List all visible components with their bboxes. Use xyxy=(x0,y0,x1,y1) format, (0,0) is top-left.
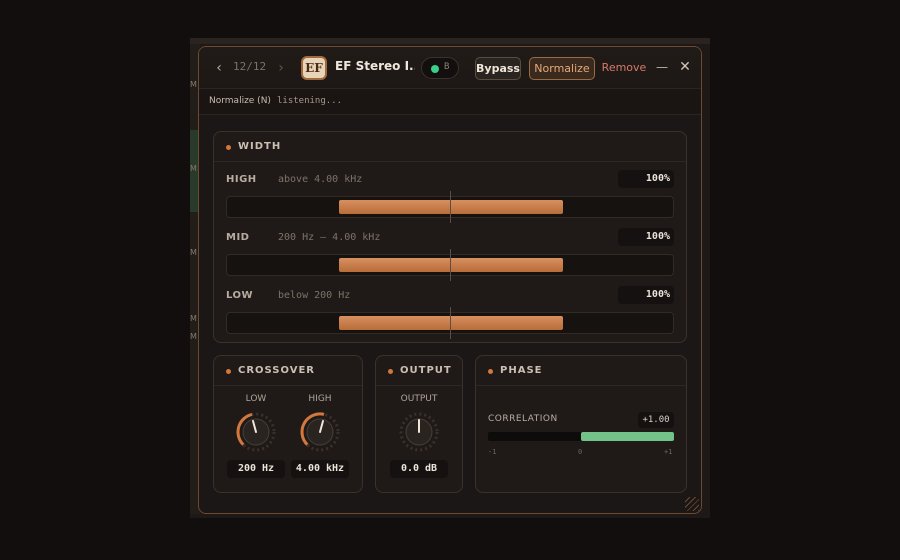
resize-grip-icon[interactable] xyxy=(685,497,699,511)
close-button[interactable]: ✕ xyxy=(677,57,693,80)
correlation-meter-fill xyxy=(581,432,674,441)
knob-icon xyxy=(399,412,439,452)
minimize-button[interactable]: — xyxy=(655,57,669,80)
band-name: MID xyxy=(226,232,250,243)
panel-indicator-dot xyxy=(226,369,231,374)
slider-fill xyxy=(339,316,563,330)
slider-center-mark xyxy=(450,249,451,281)
plugin-logo: EF xyxy=(301,56,327,80)
slider-fill xyxy=(339,200,563,214)
correlation-label: CORRELATION xyxy=(488,414,558,424)
correlation-meter xyxy=(488,432,674,441)
output-gain-value[interactable]: 0.0 dB xyxy=(390,460,448,478)
band-name: HIGH xyxy=(226,174,257,185)
panel-indicator-dot xyxy=(388,369,393,374)
chevron-right-icon[interactable]: › xyxy=(273,59,289,77)
phase-panel-title: PHASE xyxy=(500,365,543,376)
knob-label: HIGH xyxy=(308,394,332,404)
crossover-low-value[interactable]: 200 Hz xyxy=(227,460,285,478)
slider-fill xyxy=(339,258,563,272)
width-slider-high[interactable] xyxy=(226,191,674,223)
crossover-low-knob[interactable] xyxy=(234,410,278,454)
band-range: 200 Hz – 4.00 kHz xyxy=(278,232,381,243)
host-toolbar-strip xyxy=(190,38,710,44)
correlation-tick: -1 xyxy=(488,448,497,456)
crossover-high-value[interactable]: 4.00 kHz xyxy=(291,460,349,478)
width-slider-low[interactable] xyxy=(226,307,674,339)
band-range: above 4.00 kHz xyxy=(278,174,363,185)
crossover-panel-title: CROSSOVER xyxy=(238,365,315,376)
slider-center-mark xyxy=(450,191,451,223)
band-name: LOW xyxy=(226,290,254,301)
panel-indicator-dot xyxy=(488,369,493,374)
plugin-window: ‹ 12/12 › EF EF Stereo I... B Bypass Nor… xyxy=(198,46,702,514)
band-low: LOW below 200 Hz 100% xyxy=(226,286,674,339)
bypass-button[interactable]: Bypass xyxy=(475,57,521,80)
phase-panel: PHASE CORRELATION +1.00 -1 0 +1 xyxy=(475,355,687,493)
band-range: below 200 Hz xyxy=(278,290,351,301)
knob-label: LOW xyxy=(245,394,267,404)
band-high: HIGH above 4.00 kHz 100% xyxy=(226,170,674,223)
knob-icon xyxy=(300,412,340,452)
width-panel-title: WIDTH xyxy=(238,141,282,152)
band-value[interactable]: 100% xyxy=(618,228,674,246)
width-slider-mid[interactable] xyxy=(226,249,674,281)
correlation-value: +1.00 xyxy=(638,412,674,428)
knob-icon xyxy=(236,412,276,452)
remove-button[interactable]: Remove xyxy=(601,57,647,80)
preset-status-indicator xyxy=(431,65,439,73)
plugin-counter: 12/12 xyxy=(233,60,267,73)
slider-center-mark xyxy=(450,307,451,339)
phase-panel-header: PHASE xyxy=(476,356,686,386)
width-panel-header: WIDTH xyxy=(214,132,686,162)
output-panel-title: OUTPUT xyxy=(400,365,452,376)
status-key: Normalize (N) xyxy=(209,96,271,106)
crossover-panel: CROSSOVER LOW 200 Hz HIGH 4.00 kHz xyxy=(213,355,363,493)
status-bar: Normalize (N) listening... xyxy=(199,89,701,115)
width-panel: WIDTH HIGH above 4.00 kHz 100% MID 200 H… xyxy=(213,131,687,343)
normalize-button[interactable]: Normalize xyxy=(529,57,595,80)
status-value: listening... xyxy=(277,96,343,106)
band-value[interactable]: 100% xyxy=(618,170,674,188)
correlation-tick: 0 xyxy=(578,448,583,456)
plugin-name: EF Stereo I... xyxy=(335,59,415,73)
preset-ab-toggle[interactable]: B xyxy=(421,57,459,79)
plugin-titlebar: ‹ 12/12 › EF EF Stereo I... B Bypass Nor… xyxy=(199,47,701,89)
chevron-left-icon[interactable]: ‹ xyxy=(211,59,227,77)
crossover-panel-header: CROSSOVER xyxy=(214,356,362,386)
band-mid: MID 200 Hz – 4.00 kHz 100% xyxy=(226,228,674,281)
band-value[interactable]: 100% xyxy=(618,286,674,304)
output-panel: OUTPUT OUTPUT 0.0 dB xyxy=(375,355,463,493)
output-panel-header: OUTPUT xyxy=(376,356,462,386)
panel-indicator-dot xyxy=(226,145,231,150)
preset-label: B xyxy=(444,62,450,72)
knob-label: OUTPUT xyxy=(400,394,438,404)
output-knob[interactable] xyxy=(397,410,441,454)
crossover-high-knob[interactable] xyxy=(298,410,342,454)
correlation-tick: +1 xyxy=(664,448,673,456)
